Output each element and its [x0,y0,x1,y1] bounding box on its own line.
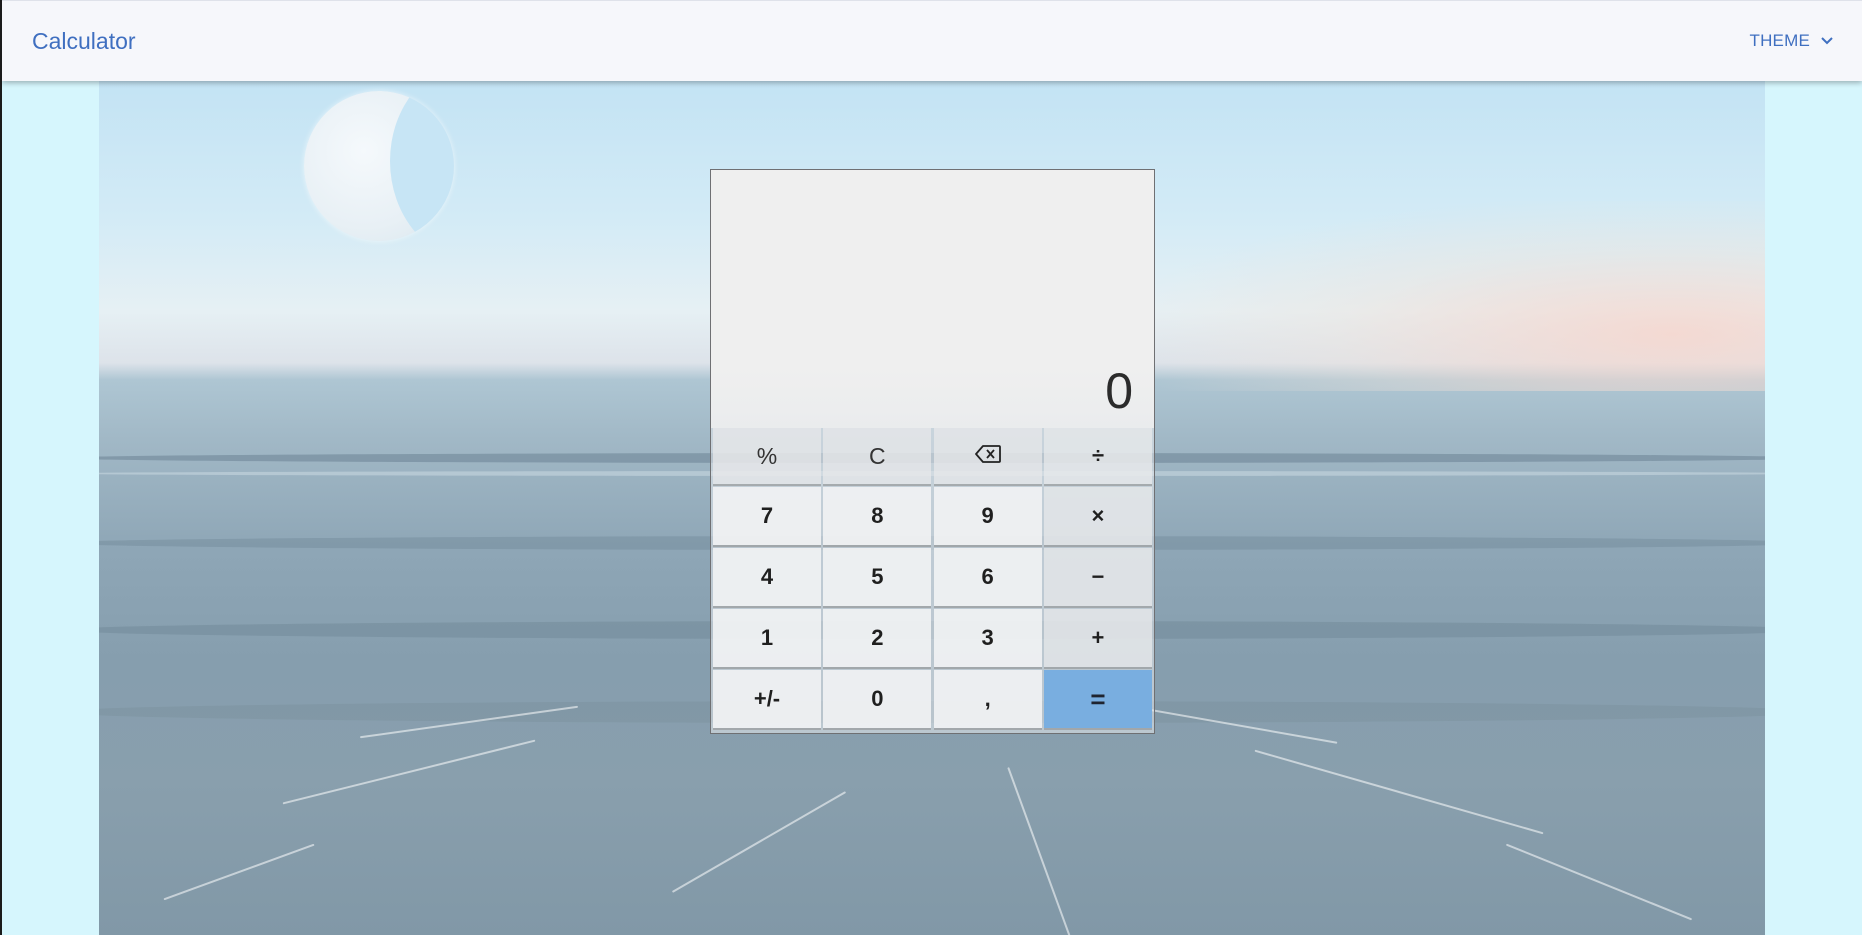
calculator-display: 0 [711,170,1154,428]
multiply-button[interactable]: × [1043,487,1152,545]
key-label: + [1091,625,1105,650]
key-label: 3 [981,625,994,650]
key-label: 5 [871,564,884,589]
percent-button[interactable]: % [713,428,821,484]
toggle-sign-button[interactable]: +/- [713,670,821,728]
digit-2-button[interactable]: 2 [823,609,932,667]
digit-6-button[interactable]: 6 [933,548,1042,606]
keypad: % C ÷ 7 8 9 × 4 5 6 − 1 2 3 + +/- 0, = [713,428,1152,731]
key-label: 6 [981,564,994,589]
display-value: 0 [1105,363,1133,419]
window-edge [0,0,2,935]
key-label: 7 [760,503,774,528]
key-label: 9 [981,503,994,528]
sunset-glow [1145,201,1765,391]
foam [282,739,536,805]
key-label: 2 [871,625,884,650]
key-label: , [984,686,991,711]
key-label: = [1090,683,1106,714]
app-title: Calculator [32,28,136,54]
foam [1505,843,1693,921]
key-label: 8 [871,503,884,528]
key-label: C [869,442,886,469]
backspace-icon [974,443,1001,469]
theme-menu-label: THEME [1749,31,1810,50]
divide-button[interactable]: ÷ [1043,428,1152,484]
add-button[interactable]: + [1043,609,1152,667]
digit-8-button[interactable]: 8 [823,487,932,545]
key-label: 4 [760,564,774,589]
key-label: +/- [753,686,781,711]
foam [163,843,315,901]
digit-4-button[interactable]: 4 [713,548,821,606]
app-bar: Calculator THEME [2,0,1862,81]
digit-0-button[interactable]: 0 [823,670,932,728]
key-label: ÷ [1091,443,1105,468]
decimal-button[interactable]: , [933,670,1042,728]
foam [1007,767,1071,935]
backspace-button[interactable] [933,428,1042,484]
key-label: − [1091,564,1105,589]
chevron-down-icon [1820,36,1834,46]
key-label: % [756,442,778,469]
digit-3-button[interactable]: 3 [933,609,1042,667]
key-label: 1 [760,625,774,650]
key-label: × [1091,503,1105,528]
foam [1254,749,1544,835]
foam [671,791,847,893]
calculator: 0 % C ÷ 7 8 9 × 4 5 6 − 1 2 3 + +/- 0, = [710,169,1155,734]
key-label: 0 [871,686,884,711]
subtract-button[interactable]: − [1043,548,1152,606]
clear-button[interactable]: C [823,428,932,484]
equals-button[interactable]: = [1043,670,1152,728]
moon-image [304,91,454,241]
digit-1-button[interactable]: 1 [713,609,821,667]
digit-7-button[interactable]: 7 [713,487,821,545]
theme-menu-button[interactable]: THEME [1750,27,1835,55]
digit-5-button[interactable]: 5 [823,548,932,606]
digit-9-button[interactable]: 9 [933,487,1042,545]
